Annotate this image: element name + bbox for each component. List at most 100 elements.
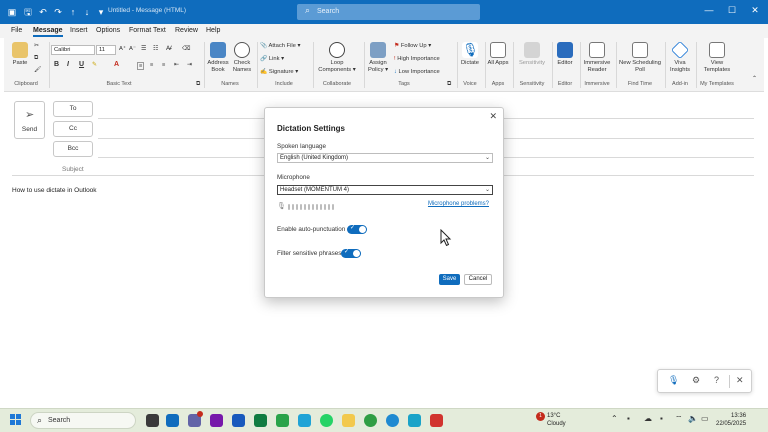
message-body[interactable]: How to use dictate in Outlook: [12, 187, 97, 194]
maximize-icon[interactable]: ☐: [725, 5, 739, 16]
address-book-button[interactable]: Address Book: [206, 42, 230, 74]
chrome-icon[interactable]: [364, 414, 377, 427]
tab-review[interactable]: Review: [175, 27, 198, 34]
tab-options[interactable]: Options: [96, 27, 120, 34]
assign-policy-button[interactable]: Assign Policy ▾: [365, 42, 391, 74]
send-button[interactable]: ➢ Send: [14, 101, 45, 139]
link-button[interactable]: 🔗 Link ▾: [260, 56, 284, 62]
cc-button[interactable]: Cc: [53, 121, 93, 137]
copy-icon[interactable]: ⧉: [34, 55, 38, 62]
cut-icon[interactable]: ✂: [34, 43, 39, 49]
tab-message[interactable]: Message: [33, 27, 63, 37]
battery-icon[interactable]: ▭: [701, 414, 709, 423]
file-explorer-icon[interactable]: [342, 414, 355, 427]
filter-phrases-toggle[interactable]: ✓: [341, 249, 361, 258]
format-painter-icon[interactable]: 🖌: [34, 67, 41, 73]
styles-icon[interactable]: Ꜻ: [166, 46, 172, 52]
cancel-button[interactable]: Cancel: [464, 274, 492, 285]
gear-icon[interactable]: ⚙: [692, 375, 700, 386]
app-icon[interactable]: [408, 414, 421, 427]
save-button[interactable]: Save: [439, 274, 460, 285]
excel-icon[interactable]: [254, 414, 267, 427]
bullets-icon[interactable]: ☰: [141, 46, 146, 52]
viva-insights-button[interactable]: Viva Insights: [666, 40, 694, 74]
new-scheduling-poll-button[interactable]: New Scheduling Poll: [617, 42, 663, 74]
close-icon[interactable]: ✕: [736, 375, 744, 386]
italic-icon[interactable]: I: [67, 61, 69, 68]
decrease-indent-icon[interactable]: ⇤: [174, 62, 179, 68]
clear-format-icon[interactable]: ⌫: [182, 46, 190, 52]
app-tray-icon[interactable]: ▪: [660, 414, 663, 423]
tab-help[interactable]: Help: [206, 27, 220, 34]
customize-toolbar-icon[interactable]: ▾: [95, 6, 107, 18]
undo-icon[interactable]: ↶: [37, 6, 49, 18]
signature-button[interactable]: ✍ Signature ▾: [260, 69, 298, 75]
onenote-icon[interactable]: [210, 414, 223, 427]
clock[interactable]: 13:36 22/05/2025: [716, 412, 746, 428]
align-right-icon[interactable]: ≡: [162, 62, 165, 68]
align-center-icon[interactable]: ≡: [150, 62, 153, 68]
close-icon[interactable]: ✕: [489, 111, 497, 122]
volume-icon[interactable]: 🔈: [688, 414, 698, 423]
up-icon[interactable]: ↑: [67, 6, 79, 18]
word-icon[interactable]: [232, 414, 245, 427]
microphone-select[interactable]: Headset (MOMENTUM 4) ⌄: [277, 185, 493, 195]
weather-widget[interactable]: 1 13°C Cloudy: [536, 412, 566, 428]
bcc-button[interactable]: Bcc: [53, 141, 93, 157]
basic-text-launcher-icon[interactable]: ⧉: [196, 81, 200, 88]
redo-icon[interactable]: ↷: [52, 6, 64, 18]
grow-font-icon[interactable]: A⁺: [119, 46, 126, 52]
app-tray-icon[interactable]: ▪: [627, 414, 630, 423]
immersive-reader-button[interactable]: Immersive Reader: [581, 42, 613, 74]
dictate-button[interactable]: 🎙 Dictate: [458, 42, 482, 67]
task-view-icon[interactable]: [146, 414, 159, 427]
paste-button[interactable]: Paste: [8, 42, 32, 67]
sensitivity-button[interactable]: Sensitivity: [514, 42, 550, 67]
wifi-icon[interactable]: ⌔: [675, 414, 683, 424]
font-size-combo[interactable]: 11: [96, 45, 116, 55]
increase-indent-icon[interactable]: ⇥: [187, 62, 192, 68]
editor-button[interactable]: Editor: [553, 42, 577, 67]
app-icon[interactable]: [276, 414, 289, 427]
app-icon[interactable]: [298, 414, 311, 427]
attach-file-button[interactable]: 📎 Attach File ▾: [260, 43, 300, 49]
app-icon[interactable]: [430, 414, 443, 427]
view-templates-button[interactable]: View Templates: [697, 42, 737, 74]
spoken-language-select[interactable]: English (United Kingdom) ⌄: [277, 153, 493, 163]
highlight-icon[interactable]: ✎: [92, 62, 97, 68]
windows-start-icon[interactable]: [10, 414, 22, 426]
auto-punctuation-toggle[interactable]: ✓: [347, 225, 367, 234]
minimize-icon[interactable]: —: [702, 5, 716, 15]
bold-icon[interactable]: B: [54, 61, 59, 68]
tab-file[interactable]: File: [11, 27, 22, 34]
follow-up-button[interactable]: ⚑ Follow Up ▾: [394, 43, 431, 49]
outlook-icon[interactable]: [166, 414, 179, 427]
down-icon[interactable]: ↓: [81, 6, 93, 18]
help-icon[interactable]: ?: [714, 375, 719, 385]
edge-icon[interactable]: [386, 414, 399, 427]
numbering-icon[interactable]: ☷: [153, 46, 158, 52]
tags-launcher-icon[interactable]: ⧉: [447, 81, 451, 88]
to-button[interactable]: To: [53, 101, 93, 117]
chevron-up-icon[interactable]: ⌃: [611, 414, 618, 423]
font-name-combo[interactable]: Calibri: [51, 45, 95, 55]
search-box[interactable]: ⌕ Search: [297, 4, 480, 20]
check-names-button[interactable]: Check Names: [230, 42, 254, 74]
font-color-icon[interactable]: A: [114, 61, 119, 68]
taskbar-search[interactable]: ⌕ Search: [30, 412, 136, 429]
tab-format-text[interactable]: Format Text: [129, 27, 166, 34]
microphone-icon[interactable]: 🎙: [668, 375, 679, 386]
save-icon[interactable]: 🖫: [22, 6, 34, 18]
underline-icon[interactable]: U: [79, 61, 84, 68]
whatsapp-icon[interactable]: [320, 414, 333, 427]
low-importance-button[interactable]: ↓ Low Importance: [394, 69, 440, 75]
shrink-font-icon[interactable]: A⁻: [129, 46, 136, 52]
loop-components-button[interactable]: Loop Components ▾: [315, 42, 359, 74]
close-icon[interactable]: ✕: [748, 5, 762, 16]
align-left-icon[interactable]: ≡: [137, 62, 145, 70]
tab-insert[interactable]: Insert: [70, 27, 88, 34]
high-importance-button[interactable]: ! High Importance: [394, 56, 440, 62]
ribbon-collapse-icon[interactable]: ⌃: [752, 76, 757, 82]
onedrive-icon[interactable]: ☁: [644, 414, 652, 423]
microphone-problems-link[interactable]: Microphone problems?: [428, 201, 489, 207]
